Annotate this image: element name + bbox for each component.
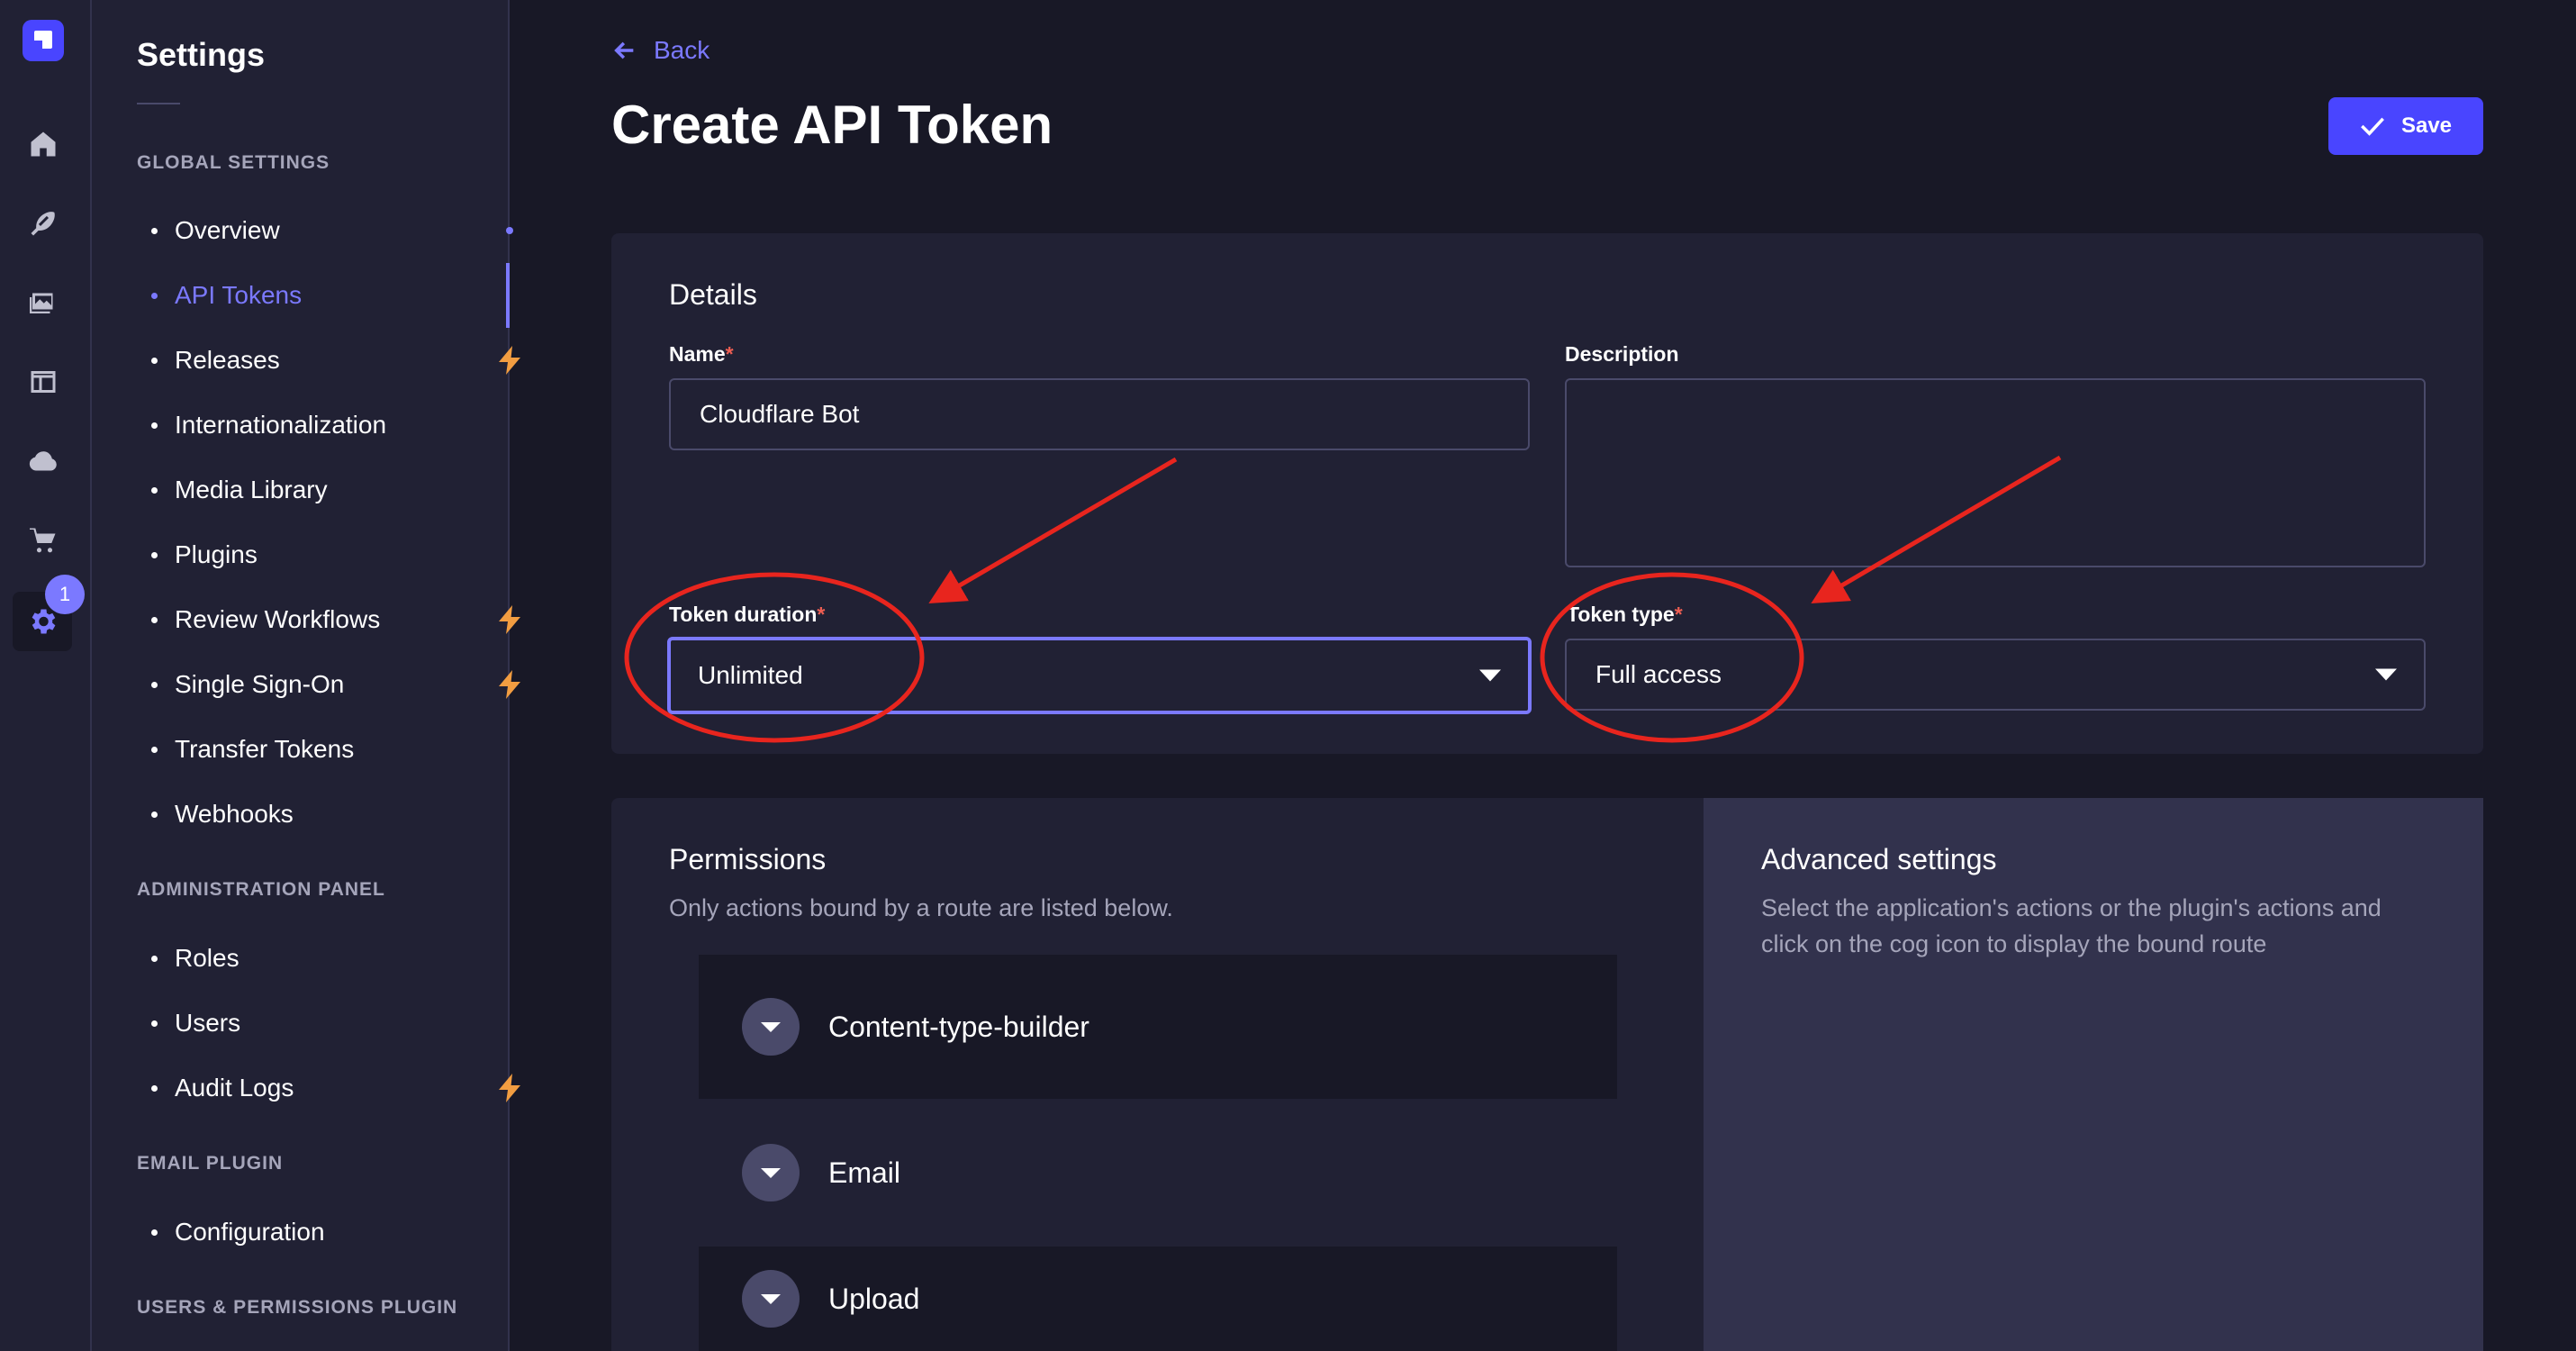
lightning-icon — [497, 605, 522, 634]
lightning-icon — [497, 346, 522, 375]
name-label: Name* — [669, 342, 734, 366]
advanced-settings-description: Select the application's actions or the … — [1761, 894, 2382, 957]
description-label: Description — [1565, 342, 1679, 366]
strapi-logo[interactable] — [23, 20, 64, 61]
cart-icon[interactable] — [23, 521, 63, 560]
active-item-indicator — [506, 263, 510, 328]
section-title-global: GLOBAL SETTINGS — [137, 152, 330, 173]
settings-subnav: Settings GLOBAL SETTINGS Overview API To… — [92, 0, 520, 1351]
permissions-subtitle: Only actions bound by a route are listed… — [669, 894, 1173, 921]
token-duration-select[interactable]: Unlimited — [667, 637, 1532, 714]
cloud-icon[interactable] — [23, 441, 63, 481]
chevron-down-icon[interactable] — [742, 1270, 800, 1328]
chevron-down-icon[interactable] — [742, 1144, 800, 1201]
sidebar-item-transfer-tokens[interactable]: Transfer Tokens — [137, 724, 578, 775]
caret-down-icon — [2375, 668, 2397, 681]
sidebar-item-users[interactable]: Users — [137, 998, 578, 1048]
permission-group-content-type-builder[interactable]: Content-type-builder — [699, 955, 1617, 1099]
sidebar-item-review-workflows[interactable]: Review Workflows — [137, 594, 578, 645]
layout-icon[interactable] — [23, 362, 63, 402]
permission-group-upload[interactable]: Upload — [699, 1247, 1617, 1351]
sidebar-item-api-tokens[interactable]: API Tokens — [137, 270, 578, 321]
token-type-label: Token type* — [1567, 603, 1683, 626]
page-title: Create API Token — [611, 95, 1053, 155]
lightning-icon — [497, 670, 522, 699]
sidebar-item-audit-logs[interactable]: Audit Logs — [137, 1063, 578, 1113]
details-card: Details Name* Cloudflare Bot Description… — [611, 233, 2483, 754]
details-heading: Details — [669, 278, 757, 311]
sidebar-item-overview[interactable]: Overview — [137, 205, 578, 256]
check-icon — [2361, 117, 2384, 136]
chevron-down-icon[interactable] — [742, 998, 800, 1056]
section-title-users-permissions: USERS & PERMISSIONS PLUGIN — [137, 1297, 458, 1318]
new-indicator-dot — [506, 227, 513, 234]
permission-group-email[interactable]: Email — [699, 1101, 1617, 1245]
save-button[interactable]: Save — [2328, 97, 2483, 155]
token-type-select[interactable]: Full access — [1565, 639, 2426, 711]
section-title-email-plugin: EMAIL PLUGIN — [137, 1153, 284, 1174]
arrow-left-icon — [614, 41, 634, 59]
section-title-administration: ADMINISTRATION PANEL — [137, 879, 385, 900]
home-icon[interactable] — [23, 124, 63, 164]
sidebar-item-releases[interactable]: Releases — [137, 335, 578, 385]
subnav-title: Settings — [137, 36, 266, 73]
images-icon[interactable] — [23, 283, 63, 322]
notification-badge: 1 — [45, 575, 85, 614]
sidebar-item-plugins[interactable]: Plugins — [137, 530, 578, 580]
advanced-settings-panel — [1704, 798, 2483, 1351]
sidebar-item-media-library[interactable]: Media Library — [137, 465, 578, 515]
caret-down-icon — [1479, 669, 1501, 682]
main-nav-rail: 1 — [0, 0, 92, 1351]
sidebar-item-configuration[interactable]: Configuration — [137, 1207, 578, 1257]
description-textarea[interactable] — [1565, 378, 2426, 567]
lightning-icon — [497, 1074, 522, 1102]
sidebar-item-roles[interactable]: Roles — [137, 933, 578, 984]
sidebar-item-internationalization[interactable]: Internationalization — [137, 400, 578, 450]
feather-icon[interactable] — [23, 204, 63, 243]
back-link[interactable]: Back — [612, 36, 710, 65]
sidebar-item-webhooks[interactable]: Webhooks — [137, 789, 578, 839]
permissions-heading: Permissions — [669, 843, 827, 875]
advanced-settings-heading: Advanced settings — [1761, 843, 1997, 875]
name-input[interactable]: Cloudflare Bot — [669, 378, 1530, 450]
sidebar-item-single-sign-on[interactable]: Single Sign-On — [137, 659, 578, 710]
subnav-divider — [137, 103, 180, 104]
token-duration-label: Token duration* — [669, 603, 826, 626]
